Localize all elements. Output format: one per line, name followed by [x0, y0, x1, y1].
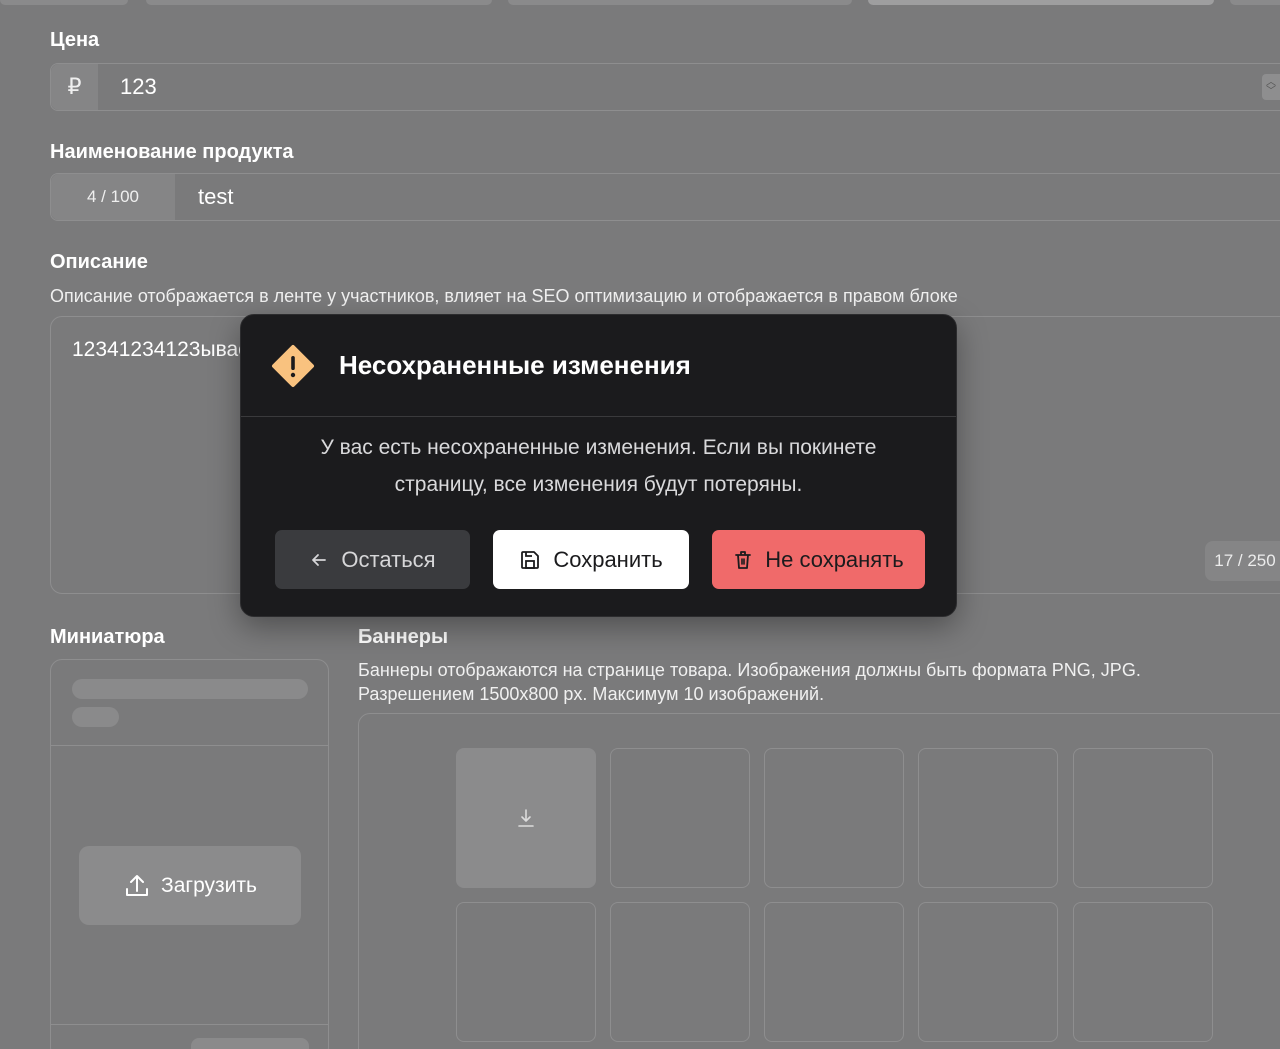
- thumbnail-label: Миниатюра: [50, 626, 165, 648]
- dialog-message: У вас есть несохраненные изменения. Если…: [281, 429, 916, 503]
- banners-label: Баннеры: [358, 626, 449, 648]
- currency-addon: ₽: [51, 64, 98, 110]
- banner-slot[interactable]: [764, 748, 904, 888]
- price-input[interactable]: 123: [120, 74, 157, 100]
- thumbnail-footer-divider: [51, 1024, 328, 1025]
- upload-label: Загрузить: [161, 873, 257, 897]
- tab-4[interactable]: [868, 0, 1214, 5]
- banners-hint-line2: Разрешением 1500x800 px. Максимум 10 изо…: [358, 684, 825, 704]
- skeleton-line: [72, 679, 308, 699]
- product-name-field[interactable]: 4 / 100 test: [50, 173, 1280, 221]
- skeleton-line-short: [72, 707, 119, 727]
- banner-slot[interactable]: [918, 902, 1058, 1042]
- unsaved-changes-dialog: Несохраненные изменения У вас есть несох…: [240, 314, 957, 617]
- banner-slot[interactable]: [764, 902, 904, 1042]
- banner-drop-slot[interactable]: [456, 748, 596, 888]
- banner-slot[interactable]: [456, 902, 596, 1042]
- dialog-message-line2: страницу, все изменения будут потеряны.: [394, 473, 803, 496]
- price-label: Цена: [50, 29, 100, 51]
- banners-hint-line1: Баннеры отображаются на странице товара.…: [358, 660, 1141, 680]
- banner-slot[interactable]: [1073, 902, 1213, 1042]
- product-edit-page: Цена ₽ 123 ︿ ﹀ Наименование продукта 4 /…: [0, 0, 1280, 1049]
- price-stepper[interactable]: ︿ ﹀: [1262, 74, 1280, 100]
- warning-icon: [272, 344, 314, 387]
- banner-slot[interactable]: [918, 748, 1058, 888]
- tab-5[interactable]: [1230, 0, 1280, 5]
- floppy-disk-icon: [521, 550, 540, 569]
- trash-icon: [735, 550, 752, 569]
- banner-slot[interactable]: [1073, 748, 1213, 888]
- arrow-left-icon: [312, 553, 327, 566]
- stay-button[interactable]: Остаться: [275, 530, 470, 589]
- discard-label: Не сохранять: [765, 546, 904, 572]
- discard-button[interactable]: Не сохранять: [712, 530, 925, 589]
- description-label: Описание: [50, 251, 148, 273]
- description-value: 12341234123ывае: [72, 338, 250, 361]
- save-button[interactable]: Сохранить: [493, 530, 689, 589]
- save-label: Сохранить: [553, 546, 663, 572]
- upload-icon: [126, 874, 149, 896]
- banners-panel: [358, 713, 1280, 1049]
- product-name-label: Наименование продукта: [50, 141, 294, 163]
- dialog-message-line1: У вас есть несохраненные изменения. Если…: [320, 436, 877, 459]
- description-hint: Описание отображается в ленте у участник…: [50, 286, 958, 306]
- price-field[interactable]: ₽ 123: [50, 63, 1280, 111]
- thumbnail-panel: Загрузить: [50, 659, 329, 1049]
- thumbnail-divider: [51, 745, 328, 746]
- upload-button[interactable]: Загрузить: [79, 846, 301, 925]
- product-name-input[interactable]: test: [198, 184, 233, 210]
- banner-slot[interactable]: [610, 902, 750, 1042]
- name-counter: 4 / 100: [51, 174, 175, 220]
- stay-label: Остаться: [341, 546, 436, 572]
- description-counter: 17 / 250: [1205, 541, 1280, 581]
- banner-slot[interactable]: [610, 748, 750, 888]
- tab-3[interactable]: [508, 0, 852, 5]
- dialog-title: Несохраненные изменения: [339, 350, 691, 380]
- dialog-header: Несохраненные изменения: [241, 315, 956, 417]
- thumbnail-footer-control[interactable]: [191, 1038, 309, 1049]
- chevron-down-icon[interactable]: ﹀: [1266, 87, 1276, 97]
- download-icon: [518, 809, 534, 827]
- tab-2[interactable]: [146, 0, 492, 5]
- tab-1[interactable]: [0, 0, 128, 5]
